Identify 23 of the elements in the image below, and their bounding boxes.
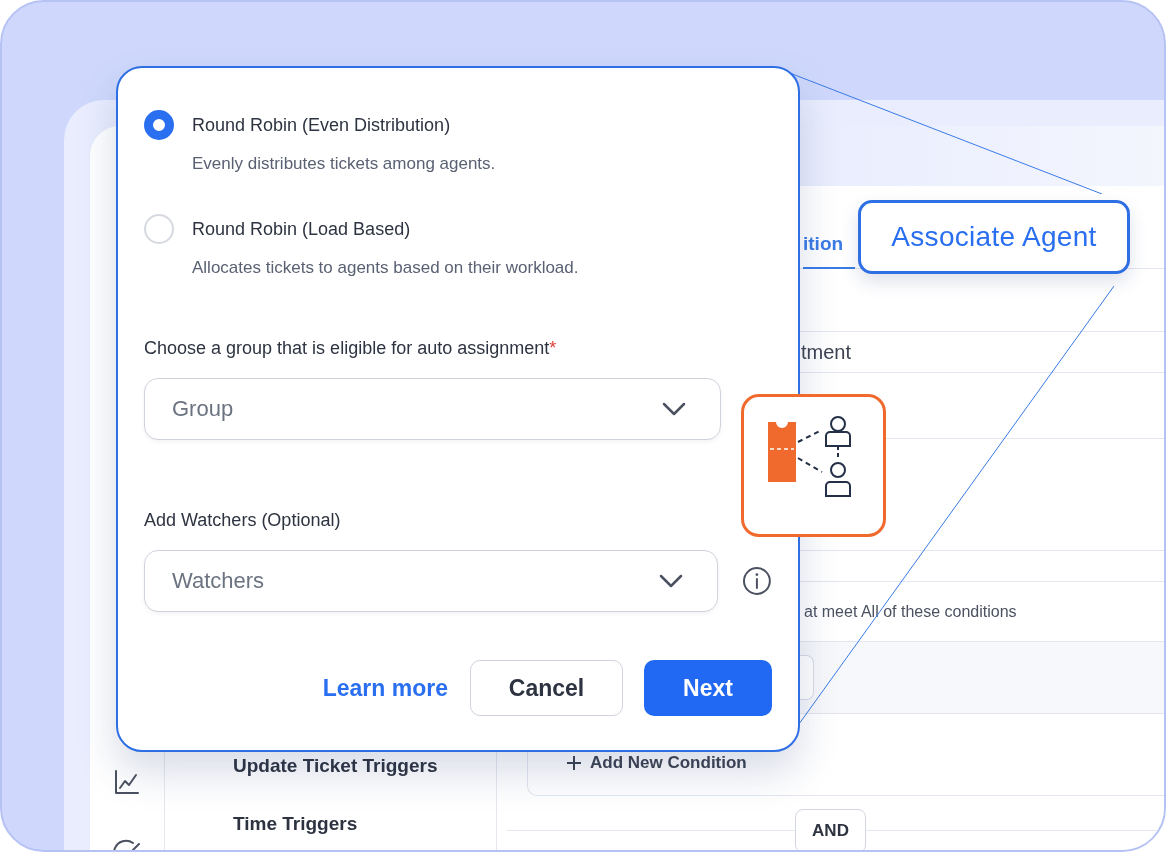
callout-label: Associate Agent <box>858 200 1130 274</box>
radio-button[interactable] <box>144 110 174 140</box>
option-title: Round Robin (Load Based) <box>192 218 412 240</box>
option-title: Round Robin (Even Distribution) <box>192 114 452 136</box>
learn-more-link[interactable]: Learn more <box>322 674 448 702</box>
menu-item[interactable]: Time Triggers <box>233 813 496 835</box>
add-condition-button[interactable]: Add New Condition <box>566 753 747 773</box>
menu-item[interactable]: Update Ticket Triggers <box>233 755 496 777</box>
cancel-button[interactable]: Cancel <box>470 660 623 716</box>
info-icon[interactable] <box>742 566 772 596</box>
conditions-text: at meet All of these conditions <box>804 602 1017 621</box>
field-label: Add Watchers (Optional) <box>144 510 342 531</box>
tab[interactable]: ition <box>803 233 856 269</box>
plus-icon <box>566 755 582 771</box>
next-button[interactable]: Next <box>644 660 772 716</box>
chevron-down-icon <box>659 574 684 588</box>
group-dropdown[interactable]: Group <box>144 378 721 440</box>
watchers-dropdown[interactable]: Watchers <box>144 550 719 612</box>
line-chart-icon[interactable] <box>114 769 140 795</box>
chevron-down-icon <box>662 402 686 416</box>
option-description: Evenly distributes tickets among agents. <box>192 154 497 174</box>
operator-pill[interactable]: AND <box>795 809 866 850</box>
option-description: Allocates tickets to agents based on their workload. <box>192 258 580 278</box>
